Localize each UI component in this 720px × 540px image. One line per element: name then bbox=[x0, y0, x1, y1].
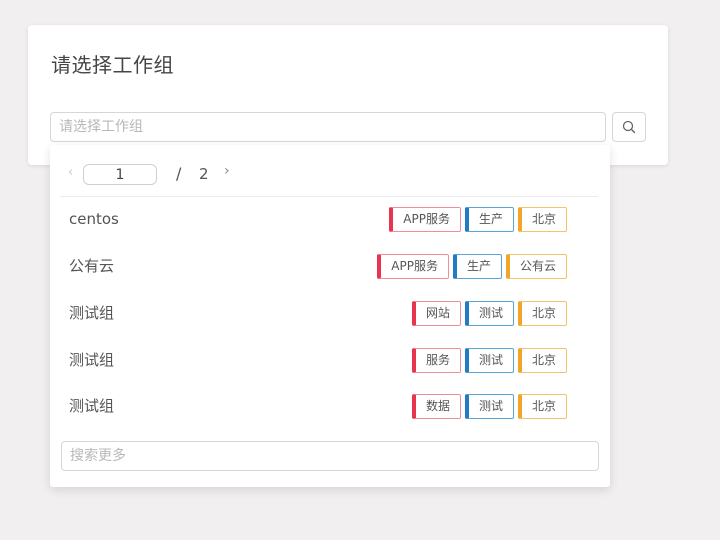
tag: 生产 bbox=[452, 254, 502, 279]
tag: 测试 bbox=[464, 394, 514, 419]
list-item[interactable]: centos APP服务 生产 北京 bbox=[50, 197, 610, 241]
item-tags: 服务 测试 北京 bbox=[411, 348, 567, 373]
item-tags: 网站 测试 北京 bbox=[411, 301, 567, 326]
tag: 数据 bbox=[411, 394, 461, 419]
tag: 北京 bbox=[517, 394, 567, 419]
workgroup-card: 请选择工作组 bbox=[28, 25, 668, 165]
item-name: 测试组 bbox=[69, 397, 115, 415]
tag: 北京 bbox=[517, 348, 567, 373]
workgroup-dropdown: ‹ / 2 › centos APP服务 生产 北京 公有云 APP服务 生产 … bbox=[50, 145, 610, 487]
tag: 公有云 bbox=[505, 254, 567, 279]
item-name: 公有云 bbox=[69, 257, 115, 275]
search-more-input[interactable] bbox=[61, 441, 599, 471]
tag: 北京 bbox=[517, 301, 567, 326]
item-name: centos bbox=[69, 210, 119, 228]
tag: 网站 bbox=[411, 301, 461, 326]
search-icon bbox=[622, 120, 636, 134]
item-tags: APP服务 生产 公有云 bbox=[377, 254, 567, 279]
tag: 测试 bbox=[464, 301, 514, 326]
tag: 测试 bbox=[464, 348, 514, 373]
chevron-left-icon[interactable]: ‹ bbox=[68, 165, 73, 180]
chevron-right-icon[interactable]: › bbox=[224, 163, 230, 179]
item-name: 测试组 bbox=[69, 351, 115, 369]
page-number-input[interactable] bbox=[83, 164, 157, 185]
pagination: ‹ / 2 › bbox=[50, 145, 610, 197]
tag: APP服务 bbox=[389, 207, 461, 232]
workgroup-search-input[interactable] bbox=[50, 112, 606, 142]
list-item[interactable]: 测试组 数据 测试 北京 bbox=[50, 384, 610, 428]
tag: 北京 bbox=[517, 207, 567, 232]
tag: APP服务 bbox=[377, 254, 449, 279]
tag: 生产 bbox=[464, 207, 514, 232]
list-item[interactable]: 公有云 APP服务 生产 公有云 bbox=[50, 244, 610, 288]
page-separator: / bbox=[176, 164, 182, 183]
item-tags: APP服务 生产 北京 bbox=[389, 207, 567, 232]
total-pages: 2 bbox=[199, 165, 209, 183]
search-button[interactable] bbox=[612, 112, 646, 142]
tag: 服务 bbox=[411, 348, 461, 373]
list-item[interactable]: 测试组 服务 测试 北京 bbox=[50, 338, 610, 382]
item-name: 测试组 bbox=[69, 304, 115, 322]
card-title: 请选择工作组 bbox=[51, 53, 174, 77]
list-item[interactable]: 测试组 网站 测试 北京 bbox=[50, 291, 610, 335]
item-tags: 数据 测试 北京 bbox=[411, 394, 567, 419]
